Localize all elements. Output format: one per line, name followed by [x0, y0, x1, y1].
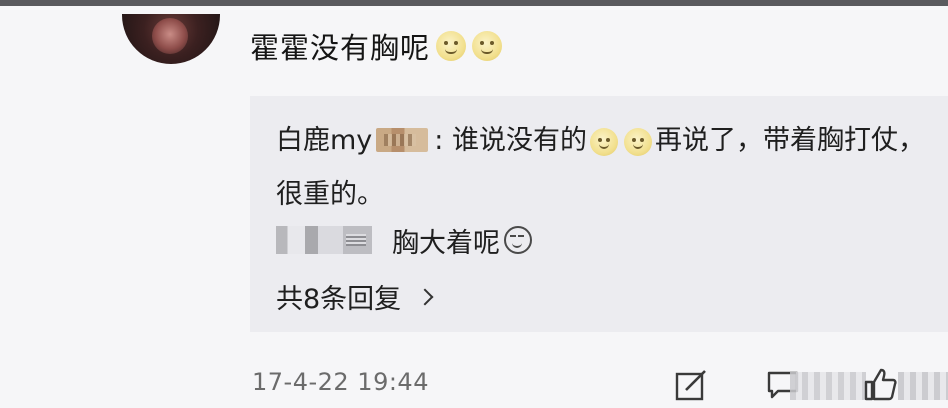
- blurred-reply-count: [790, 372, 866, 400]
- reply-text-part1: 谁说没有的: [451, 125, 587, 156]
- comment-text-line: 霍霍没有胸呢: [250, 26, 503, 66]
- reply-separator: :: [434, 125, 444, 156]
- reply-text: 胸大着呢: [392, 227, 500, 259]
- comment-text: 霍霍没有胸呢: [250, 31, 431, 65]
- replies-panel[interactable]: 白鹿my: 谁说没有的 再说了，带着胸打仗，很重的。 胸大着呢 共8条回复: [250, 96, 948, 332]
- blurred-reply-author: [276, 226, 372, 254]
- avatar-face: [152, 18, 188, 54]
- blurred-avatar-badge: [376, 127, 429, 152]
- frown-emoji-icon: [623, 127, 652, 156]
- reply-author-name[interactable]: 白鹿my: [276, 125, 372, 156]
- edit-icon[interactable]: [674, 368, 708, 402]
- reply-item[interactable]: 胸大着呢: [276, 220, 532, 260]
- like-icon[interactable]: [862, 366, 898, 402]
- chevron-right-icon: [416, 288, 434, 306]
- smile-emoji-icon: [436, 31, 467, 61]
- view-more-label: 共8条回复: [276, 283, 402, 315]
- smirk-emoji-icon: [504, 226, 532, 254]
- comment-timestamp: 17-4-22 19:44: [252, 368, 429, 396]
- reply-item[interactable]: 白鹿my: 谁说没有的 再说了，带着胸打仗，很重的。: [276, 114, 936, 222]
- blurred-like-count: [898, 372, 948, 400]
- smile-emoji-icon: [472, 31, 503, 61]
- frown-emoji-icon: [589, 127, 618, 156]
- view-more-replies-link[interactable]: 共8条回复: [276, 276, 434, 316]
